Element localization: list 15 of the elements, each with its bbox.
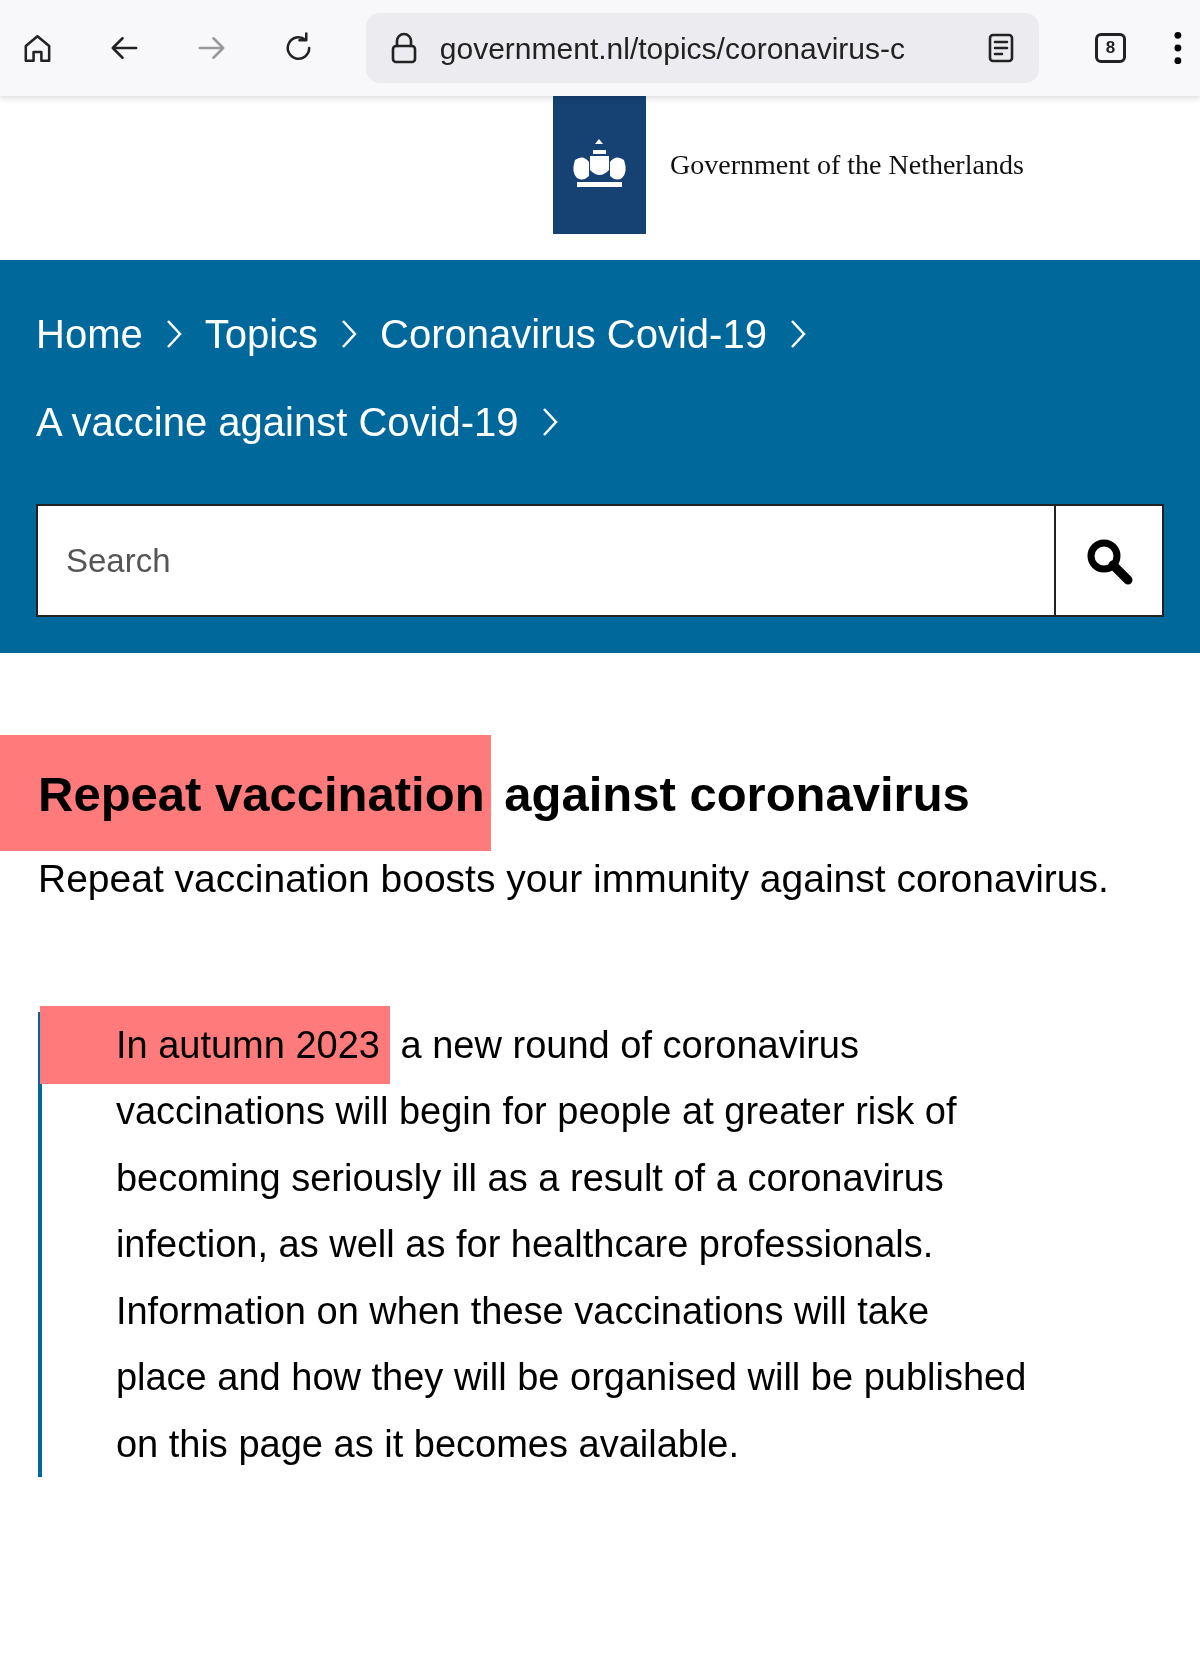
address-bar[interactable]: government.nl/topics/coronavirus-c [365,13,1039,83]
menu-icon[interactable] [1174,31,1182,65]
search-button[interactable] [1054,504,1164,617]
site-name: Government of the Netherlands [670,148,1024,182]
intro-text: Repeat vaccination boosts your immunity against coronavirus. [38,855,1110,902]
quote-text: In autumn 2023 a new round of coronavirus vaccinations will begin for people at greater risk of becoming seriously ill as a result of a coronavirus infection, as well as for healthcare professionals. Information on when these vaccinations will take place and how they will be organised will be published on this page as it becomes available. [39,959,1030,1478]
page-title: Repeat vaccination against coronavirus [0,731,1200,856]
breadcrumb-link[interactable]: Home [36,304,143,364]
tab-count-button[interactable]: 8 [1094,33,1127,63]
url-text: government.nl/topics/coronavirus-c [439,30,907,67]
search-field[interactable]: Search [36,504,1054,617]
breadcrumb-link[interactable]: Coronavirus Covid-19 [380,304,767,364]
breadcrumb-link[interactable]: Topics [204,304,319,364]
breadcrumb-link[interactable]: A vaccine against Covid-19 [36,392,519,452]
coat-of-arms-icon[interactable] [553,96,646,234]
